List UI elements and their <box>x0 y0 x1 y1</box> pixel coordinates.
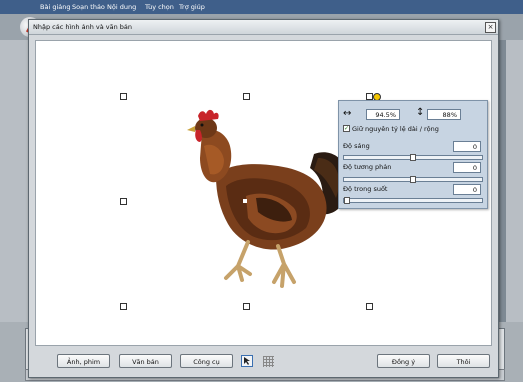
brightness-slider-thumb[interactable] <box>410 154 416 161</box>
brightness-label: Độ sáng <box>343 142 370 150</box>
image-properties-panel: ↔ 94.5% ↕ 88% ✓ Giữ nguyên tỷ lệ dài / r… <box>338 100 488 209</box>
height-percent-field[interactable]: 88% <box>427 109 461 120</box>
grid-icon[interactable] <box>263 356 274 367</box>
keep-ratio-checkbox[interactable]: ✓ <box>343 125 350 132</box>
import-dialog: Nhập các hình ảnh và văn bản × ↔ 94.5% ↕… <box>28 19 499 378</box>
width-percent-field[interactable]: 94.5% <box>366 109 400 120</box>
transparency-slider-thumb[interactable] <box>344 197 350 204</box>
resize-handle-top-right[interactable] <box>366 93 373 100</box>
cursor-arrow-icon <box>244 357 250 365</box>
resize-handle-center[interactable] <box>243 199 247 203</box>
height-arrows-icon: ↕ <box>416 107 425 118</box>
contrast-slider-thumb[interactable] <box>410 176 416 183</box>
rooster-image[interactable] <box>186 106 356 294</box>
text-button[interactable]: Văn bản <box>119 354 172 368</box>
photo-video-button[interactable]: Ảnh, phim <box>57 354 110 368</box>
contrast-field[interactable]: 0 <box>453 162 481 173</box>
width-arrows-icon: ↔ <box>343 108 352 119</box>
dialog-titlebar[interactable]: Nhập các hình ảnh và văn bản × <box>29 20 498 35</box>
ok-button[interactable]: Đồng ý <box>377 354 430 368</box>
menu-item-lessons[interactable]: Bài giảng <box>40 3 70 11</box>
menu-item-options[interactable]: Tùy chọn <box>145 3 174 11</box>
quit-button[interactable]: Thôi <box>437 354 490 368</box>
close-button[interactable]: × <box>485 22 496 33</box>
tools-button[interactable]: Công cụ <box>180 354 233 368</box>
resize-handle-middle-left[interactable] <box>120 198 127 205</box>
resize-handle-bottom-right[interactable] <box>366 303 373 310</box>
pointer-tool-icon[interactable] <box>241 355 253 367</box>
resize-handle-bottom-left[interactable] <box>120 303 127 310</box>
contrast-label: Độ tương phản <box>343 163 392 171</box>
resize-handle-bottom-center[interactable] <box>243 303 250 310</box>
transparency-field[interactable]: 0 <box>453 184 481 195</box>
brightness-field[interactable]: 0 <box>453 141 481 152</box>
menu-item-help[interactable]: Trợ giúp <box>179 3 205 11</box>
keep-ratio-label: Giữ nguyên tỷ lệ dài / rộng <box>352 125 439 133</box>
transparency-label: Độ trong suốt <box>343 185 388 193</box>
transparency-slider[interactable] <box>343 198 483 203</box>
dialog-title: Nhập các hình ảnh và văn bản <box>33 23 133 31</box>
resize-handle-top-left[interactable] <box>120 93 127 100</box>
menu-item-content[interactable]: Nội dung <box>107 3 136 11</box>
resize-handle-top-center[interactable] <box>243 93 250 100</box>
app-menubar: Bài giảng Soạn thảo Nội dung Tùy chọn Tr… <box>0 0 523 14</box>
menu-item-edit[interactable]: Soạn thảo <box>72 3 105 11</box>
